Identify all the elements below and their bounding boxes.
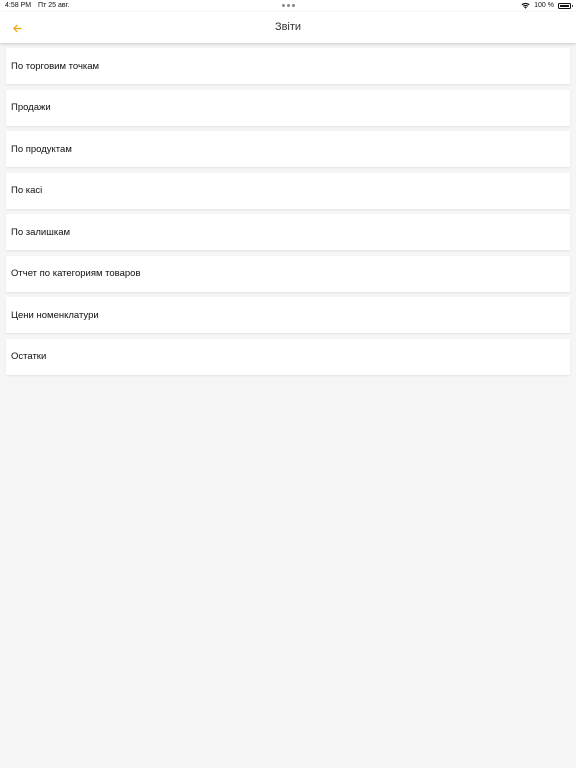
report-item-label: Цени номенклатури — [11, 309, 99, 321]
multitasking-dots-icon[interactable] — [282, 4, 295, 7]
status-time: 4:58 PM — [5, 2, 32, 9]
battery-percent: 100 % — [534, 2, 554, 9]
report-item-label: Продажи — [11, 102, 51, 113]
report-item-sales[interactable]: Продажи — [6, 89, 570, 126]
report-item-label: По продуктам — [11, 143, 72, 155]
report-item-by-products[interactable]: По продуктам — [6, 131, 570, 167]
status-bar: 4:58 PM Пт 25 авг. 100 % — [0, 0, 576, 12]
report-item-by-cash-register[interactable]: По касі — [6, 172, 570, 209]
report-item-by-outlets[interactable]: По торговим точкам — [6, 48, 570, 84]
report-item-nomenclature-prices[interactable]: Цени номенклатури — [6, 297, 570, 333]
battery-icon — [558, 2, 573, 9]
status-right: 100 % — [521, 2, 573, 9]
report-item-label: По залишкам — [11, 226, 71, 238]
report-item-label: По торговим точкам — [11, 60, 100, 72]
report-item-by-product-categories[interactable]: Отчет по категориям товаров — [6, 255, 570, 292]
report-item-label: Отчет по категориям товаров — [11, 268, 141, 279]
report-item-label: По касі — [11, 185, 43, 196]
status-date: Пт 25 авг. — [38, 2, 70, 9]
wifi-icon — [521, 2, 530, 9]
page-title: Звіти — [274, 21, 302, 33]
report-item-by-remains[interactable]: По залишкам — [6, 214, 570, 250]
nav-bar: Звіти — [0, 12, 576, 43]
report-list: По торговим точкам Продажи По продуктам … — [6, 48, 570, 375]
report-item-stock[interactable]: Остатки — [6, 338, 570, 375]
status-left: 4:58 PM Пт 25 авг. — [5, 2, 69, 9]
report-item-label: Остатки — [11, 351, 47, 362]
